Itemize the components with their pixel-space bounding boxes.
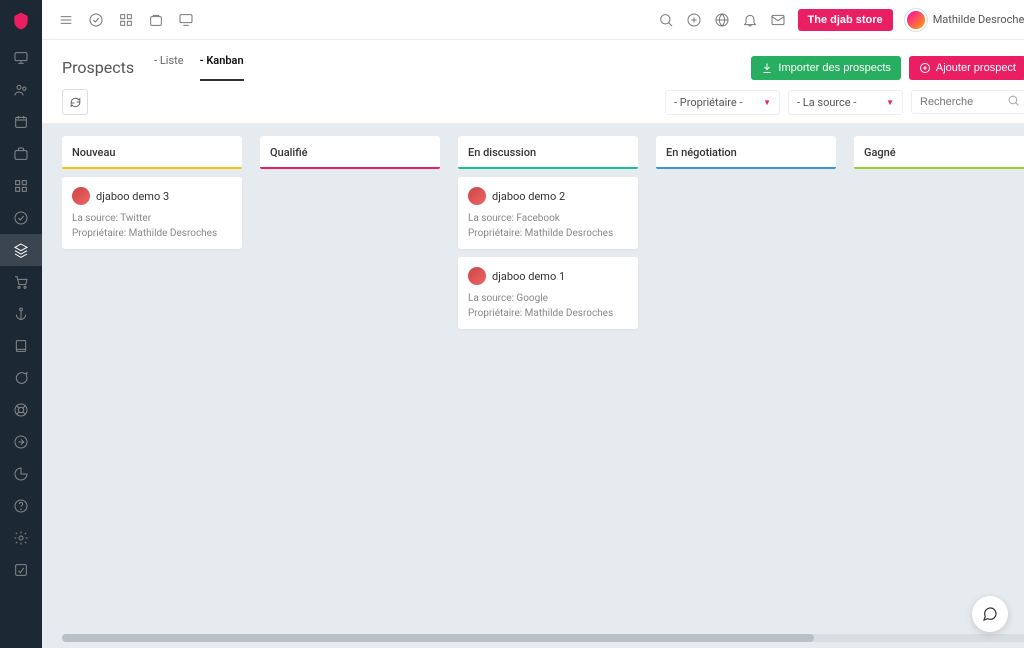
refresh-button[interactable] [62, 89, 88, 115]
import-button[interactable]: Importer des prospects [751, 56, 901, 80]
user-name: Mathilde Desroches [933, 13, 1024, 26]
caret-down-icon: ▼ [886, 98, 894, 107]
cube-icon[interactable] [148, 12, 164, 28]
kanban-column: En discussion djaboo demo 2 La source: F… [458, 136, 638, 628]
column-header: Nouveau [62, 136, 242, 167]
add-prospect-button[interactable]: Ajouter prospect [909, 56, 1024, 80]
card-owner: Propriétaire: Mathilde Desroches [468, 308, 628, 319]
brand-logo[interactable] [8, 8, 34, 34]
owner-dropdown[interactable]: - Propriétaire - ▼ [665, 90, 780, 115]
topbar: The djab store Mathilde Desroches [42, 0, 1024, 40]
apps-icon[interactable] [118, 12, 134, 28]
horizontal-scrollbar[interactable] [62, 634, 1024, 642]
nav-anchor-icon[interactable] [0, 298, 42, 330]
nav-users-icon[interactable] [0, 74, 42, 106]
store-button[interactable]: The djab store [798, 9, 893, 31]
avatar [905, 9, 927, 31]
page-header: Prospects - Liste - Kanban Importer des … [42, 40, 1024, 81]
page-title: Prospects [62, 58, 134, 77]
kanban-card[interactable]: djaboo demo 1 La source: Google Propriét… [458, 257, 638, 329]
nav-chat-icon[interactable] [0, 362, 42, 394]
card-owner: Propriétaire: Mathilde Desroches [72, 228, 232, 239]
nav-check-circle-icon[interactable] [0, 202, 42, 234]
nav-book-icon[interactable] [0, 330, 42, 362]
menu-icon[interactable] [58, 12, 74, 28]
kanban-card[interactable]: djaboo demo 2 La source: Facebook Propri… [458, 177, 638, 249]
filter-bar: - Propriétaire - ▼ - La source - ▼ [42, 81, 1024, 124]
card-avatar [72, 187, 90, 205]
nav-grid-icon[interactable] [0, 170, 42, 202]
column-header: Gagné [854, 136, 1024, 167]
nav-briefcase-icon[interactable] [0, 138, 42, 170]
nav-lifebuoy-icon[interactable] [0, 394, 42, 426]
column-header: En discussion [458, 136, 638, 167]
column-header: Qualifié [260, 136, 440, 167]
tab-kanban[interactable]: - Kanban [200, 54, 244, 81]
kanban-column: En négotiation [656, 136, 836, 628]
card-title: djaboo demo 3 [96, 190, 169, 203]
card-title: djaboo demo 2 [492, 190, 565, 203]
search-icon[interactable] [658, 12, 674, 28]
card-source: La source: Twitter [72, 213, 232, 224]
card-avatar [468, 267, 486, 285]
nav-calendar-icon[interactable] [0, 106, 42, 138]
view-tabs: - Liste - Kanban [154, 54, 244, 81]
source-dropdown[interactable]: - La source - ▼ [788, 90, 903, 115]
card-source: La source: Google [468, 293, 628, 304]
kanban-column: Qualifié [260, 136, 440, 628]
add-circle-icon[interactable] [686, 12, 702, 28]
mail-icon[interactable] [770, 12, 786, 28]
card-title: djaboo demo 1 [492, 270, 565, 283]
card-avatar [468, 187, 486, 205]
kanban-card[interactable]: djaboo demo 3 La source: Twitter Proprié… [62, 177, 242, 249]
search-icon [1007, 94, 1020, 110]
nav-edit-icon[interactable] [0, 554, 42, 586]
bell-icon[interactable] [742, 12, 758, 28]
card-source: La source: Facebook [468, 213, 628, 224]
desktop-icon[interactable] [178, 12, 194, 28]
nav-settings-icon[interactable] [0, 522, 42, 554]
nav-cart-icon[interactable] [0, 266, 42, 298]
left-sidebar [0, 0, 42, 648]
kanban-column: Gagné [854, 136, 1024, 628]
nav-help-icon[interactable] [0, 490, 42, 522]
caret-down-icon: ▼ [763, 98, 771, 107]
nav-pie-icon[interactable] [0, 458, 42, 490]
tab-liste[interactable]: - Liste [154, 54, 183, 81]
nav-monitor-icon[interactable] [0, 42, 42, 74]
check-circle-icon[interactable] [88, 12, 104, 28]
globe-icon[interactable] [714, 12, 730, 28]
nav-layers-icon[interactable] [0, 234, 42, 266]
user-menu[interactable]: Mathilde Desroches [905, 9, 1024, 31]
column-header: En négotiation [656, 136, 836, 167]
card-owner: Propriétaire: Mathilde Desroches [468, 228, 628, 239]
kanban-board: Nouveau djaboo demo 3 La source: Twitter… [42, 124, 1024, 648]
kanban-column: Nouveau djaboo demo 3 La source: Twitter… [62, 136, 242, 628]
nav-arrow-circle-icon[interactable] [0, 426, 42, 458]
chat-fab[interactable] [972, 596, 1008, 632]
